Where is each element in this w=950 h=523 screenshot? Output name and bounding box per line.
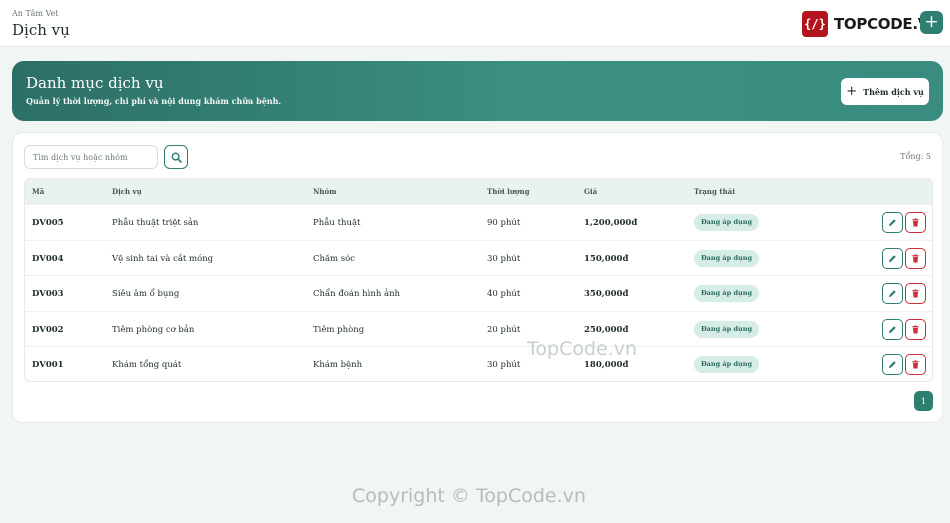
status-badge: Đang áp dụng xyxy=(694,356,759,374)
pencil-icon xyxy=(888,326,896,333)
page-title: Dịch vụ xyxy=(12,21,70,39)
edit-button[interactable] xyxy=(882,354,903,376)
banner-title: Danh mục dịch vụ xyxy=(26,74,164,92)
delete-button[interactable] xyxy=(905,354,926,376)
watermark-copyright: Copyright © TopCode.vn xyxy=(352,485,586,507)
service-price: 150,000đ xyxy=(584,253,629,264)
delete-button[interactable] xyxy=(905,283,926,305)
col-service: Dịch vụ xyxy=(112,187,142,196)
service-duration: 30 phút xyxy=(487,253,521,264)
service-price: 1,200,000đ xyxy=(584,218,638,228)
col-duration: Thời lượng xyxy=(487,187,530,196)
edit-button[interactable] xyxy=(882,212,903,233)
plus-icon: + xyxy=(846,84,858,99)
service-price: 250,000đ xyxy=(584,324,629,335)
quick-add-button[interactable]: + xyxy=(920,11,943,34)
plus-icon: + xyxy=(924,12,939,32)
status-badge: Đang áp dụng xyxy=(694,214,759,231)
table-row: DV001 Khám tổng quát Khám bệnh 30 phút 1… xyxy=(25,346,932,381)
service-list-card: Tổng: 5 Mã Dịch vụ Nhóm Thời lượng Giá T… xyxy=(12,132,943,423)
trash-icon xyxy=(912,289,919,298)
delete-button[interactable] xyxy=(905,318,926,340)
service-table: Mã Dịch vụ Nhóm Thời lượng Giá Trạng thá… xyxy=(24,178,933,382)
trash-icon xyxy=(912,325,919,334)
trash-icon xyxy=(912,253,919,263)
service-name: Siêu âm ổ bụng xyxy=(112,289,180,300)
search-button[interactable] xyxy=(164,145,188,169)
service-code: DV004 xyxy=(32,253,64,264)
col-status: Trạng thái xyxy=(694,187,735,196)
service-duration: 40 phút xyxy=(487,289,521,300)
search-input[interactable] xyxy=(24,145,158,169)
status-badge: Đang áp dụng xyxy=(694,285,759,303)
pagination-page-1[interactable]: 1 xyxy=(914,391,933,411)
service-group: Tiêm phòng xyxy=(313,324,365,335)
table-row: DV005 Phẫu thuật triệt sản Phẫu thuật 90… xyxy=(25,204,932,240)
status-badge: Đang áp dụng xyxy=(694,320,759,338)
col-price: Giá xyxy=(584,187,598,196)
breadcrumb: An Tâm Vet xyxy=(12,9,59,18)
service-price: 350,000đ xyxy=(584,289,629,300)
service-name: Tiêm phòng cơ bản xyxy=(112,324,195,335)
service-code: DV003 xyxy=(32,289,64,300)
table-header: Mã Dịch vụ Nhóm Thời lượng Giá Trạng thá… xyxy=(25,179,932,204)
edit-button[interactable] xyxy=(882,318,903,340)
pencil-icon xyxy=(888,219,896,227)
search-icon xyxy=(171,152,182,163)
service-group: Chẩn đoán hình ảnh xyxy=(313,289,401,300)
delete-button[interactable] xyxy=(905,212,926,233)
col-code: Mã xyxy=(32,187,45,196)
table-row: DV004 Vệ sinh tai và cắt móng Chăm sóc 3… xyxy=(25,239,932,276)
service-duration: 90 phút xyxy=(487,218,521,228)
delete-button[interactable] xyxy=(905,247,926,269)
watermark-center: TopCode.vn xyxy=(527,338,638,360)
service-price: 180,000đ xyxy=(584,360,629,371)
col-group: Nhóm xyxy=(313,187,337,196)
service-duration: 30 phút xyxy=(487,360,521,371)
service-name: Phẫu thuật triệt sản xyxy=(112,218,199,228)
pencil-icon xyxy=(888,361,896,369)
top-bar: An Tâm Vet Dịch vụ {/} TOPCODE.VN + xyxy=(0,0,950,47)
service-group: Khám bệnh xyxy=(313,360,363,371)
pencil-icon xyxy=(888,290,896,298)
table-row: DV003 Siêu âm ổ bụng Chẩn đoán hình ảnh … xyxy=(25,275,932,311)
table-row: DV002 Tiêm phòng cơ bản Tiêm phòng 20 ph… xyxy=(25,310,932,347)
trash-icon xyxy=(912,360,919,369)
service-group: Phẫu thuật xyxy=(313,218,361,228)
pencil-icon xyxy=(888,254,896,262)
service-group: Chăm sóc xyxy=(313,253,356,264)
add-service-label: Thêm dịch vụ xyxy=(863,86,924,97)
edit-button[interactable] xyxy=(882,283,903,305)
service-code: DV001 xyxy=(32,360,64,371)
logo-mark: {/} xyxy=(802,11,828,37)
service-name: Vệ sinh tai và cắt móng xyxy=(112,253,214,264)
service-code: DV005 xyxy=(32,218,64,228)
service-name: Khám tổng quát xyxy=(112,360,182,371)
add-service-button[interactable]: + Thêm dịch vụ xyxy=(841,78,929,105)
edit-button[interactable] xyxy=(882,247,903,269)
total-count: Tổng: 5 xyxy=(900,152,931,161)
service-duration: 20 phút xyxy=(487,324,521,335)
status-badge: Đang áp dụng xyxy=(694,249,759,267)
service-code: DV002 xyxy=(32,324,64,335)
service-catalog-banner: Danh mục dịch vụ Quản lý thời lượng, chi… xyxy=(12,61,943,121)
trash-icon xyxy=(912,218,919,227)
banner-subtitle: Quản lý thời lượng, chi phí và nội dung … xyxy=(26,96,282,106)
